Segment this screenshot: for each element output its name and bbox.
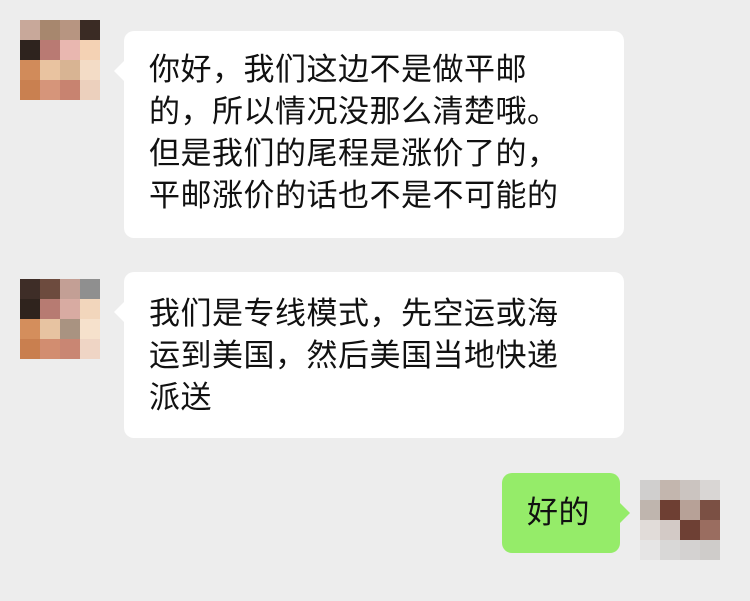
message-text-line: 好的 (527, 495, 590, 531)
message-text-line: 派送 (149, 380, 212, 416)
message-text-line: 你好，我们这边不是做平邮 (149, 52, 527, 88)
incoming-message-bubble[interactable]: 你好，我们这边不是做平邮 的，所以情况没那么清楚哦。 但是我们的尾程是涨价了的，… (114, 31, 624, 238)
my-avatar[interactable] (640, 480, 720, 560)
outgoing-message-bubble[interactable]: 好的 (502, 473, 630, 553)
contact-avatar[interactable] (20, 279, 100, 359)
message-text-line: 运到美国，然后美国当地快递 (149, 338, 559, 374)
incoming-message-bubble[interactable]: 我们是专线模式，先空运或海 运到美国，然后美国当地快递 派送 (114, 272, 624, 438)
message-text-line: 但是我们的尾程是涨价了的， (149, 136, 559, 172)
contact-avatar[interactable] (20, 20, 100, 100)
message-text-line: 我们是专线模式，先空运或海 (149, 296, 559, 332)
message-text-line: 的，所以情况没那么清楚哦。 (149, 94, 559, 130)
message-text-line: 平邮涨价的话也不是不可能的 (149, 178, 559, 214)
